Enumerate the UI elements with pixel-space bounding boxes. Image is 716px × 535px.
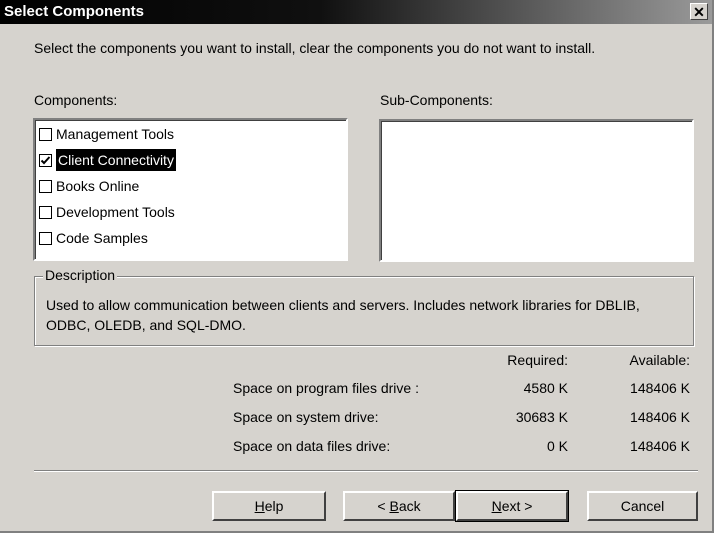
back-button[interactable]: < Back: [343, 491, 455, 521]
data-drive-available: 148406 K: [630, 438, 690, 454]
subcomponents-list[interactable]: [379, 119, 694, 262]
checkbox[interactable]: [39, 153, 52, 167]
system-drive-label: Space on system drive:: [233, 409, 379, 425]
description-group: Description Used to allow communication …: [34, 267, 694, 346]
data-drive-required: 0 K: [546, 438, 568, 454]
subcomponents-label: Sub-Components:: [380, 92, 493, 108]
checkbox[interactable]: [39, 127, 52, 141]
system-drive-required: 30683 K: [515, 409, 568, 425]
cancel-button[interactable]: Cancel: [587, 491, 698, 521]
window-title: Select Components: [4, 3, 145, 20]
list-item[interactable]: Development Tools: [35, 199, 346, 225]
description-legend: Description: [43, 267, 118, 283]
data-drive-label: Space on data files drive:: [233, 438, 391, 454]
components-label: Components:: [34, 92, 118, 108]
components-list[interactable]: Management Tools Client Connectivity Boo…: [33, 118, 348, 261]
program-drive-required: 4580 K: [523, 380, 568, 396]
title-bar: Select Components ✕: [0, 0, 712, 24]
help-button[interactable]: Help: [212, 491, 326, 521]
system-drive-available: 148406 K: [630, 409, 690, 425]
program-drive-available: 148406 K: [630, 380, 690, 396]
list-item[interactable]: Management Tools: [35, 121, 346, 147]
instruction-text: Select the components you want to instal…: [34, 40, 596, 56]
list-item[interactable]: Client Connectivity: [35, 147, 346, 173]
checkbox[interactable]: [39, 179, 52, 193]
required-header: Required:: [507, 352, 568, 368]
checkmark-icon: [40, 156, 51, 165]
list-item[interactable]: Books Online: [35, 173, 346, 199]
select-components-dialog: Select Components ✕ Select the component…: [0, 0, 714, 533]
available-header: Available:: [629, 352, 690, 368]
separator: [34, 470, 698, 472]
close-button[interactable]: ✕: [690, 3, 708, 20]
next-button[interactable]: Next >: [455, 490, 569, 522]
description-text: Used to allow communication between clie…: [46, 297, 640, 333]
list-item[interactable]: Code Samples: [35, 225, 346, 251]
checkbox[interactable]: [39, 231, 52, 245]
checkbox[interactable]: [39, 205, 52, 219]
program-drive-label: Space on program files drive :: [233, 380, 419, 396]
close-icon: ✕: [693, 4, 705, 20]
